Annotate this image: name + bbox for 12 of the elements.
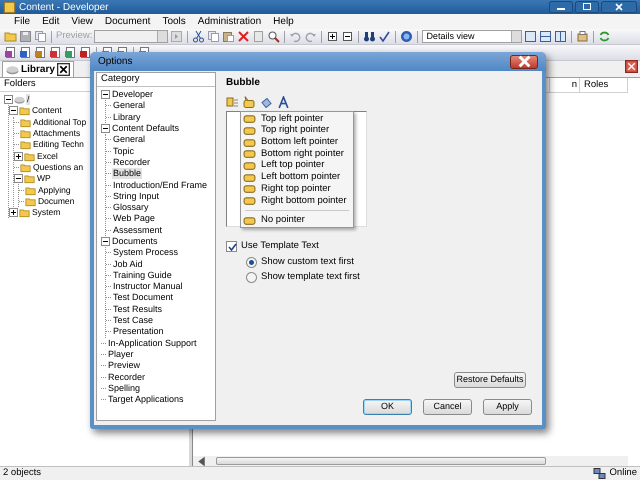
checkbox-label: Use Template Text <box>241 238 319 253</box>
preview-label: Preview: <box>56 29 92 44</box>
window-title: Content - Developer <box>19 0 108 14</box>
view-dropdown-value: Details view <box>426 30 474 43</box>
tab-label: Library <box>21 63 55 77</box>
status-text: 2 objects <box>3 466 42 480</box>
dialog-title: Options <box>98 55 132 69</box>
radio-label: Show template text first <box>261 270 360 284</box>
radio-label: Show custom text first <box>261 255 354 270</box>
connection-status: Online <box>610 466 637 480</box>
section-title: Bubble <box>226 76 261 89</box>
panel-header: Category <box>97 73 215 87</box>
